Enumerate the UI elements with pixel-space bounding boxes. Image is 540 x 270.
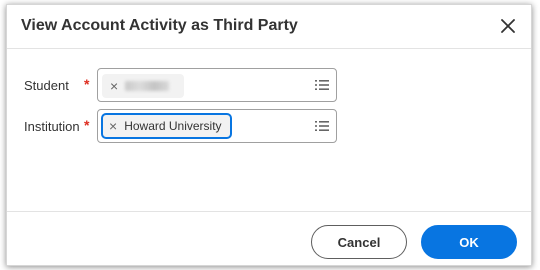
student-row: Student * × bbox=[7, 68, 531, 102]
ok-button[interactable]: OK bbox=[421, 225, 517, 259]
institution-label: Institution bbox=[24, 119, 80, 134]
student-redacted-value bbox=[125, 81, 170, 91]
institution-prompt-field[interactable]: × Howard University bbox=[97, 109, 337, 143]
institution-selected-pill[interactable]: × Howard University bbox=[101, 113, 232, 139]
student-label: Student bbox=[24, 78, 69, 93]
institution-row: Institution * × Howard University bbox=[7, 109, 531, 143]
list-icon[interactable] bbox=[314, 118, 330, 134]
student-required-marker: * bbox=[84, 76, 90, 92]
dialog-title: View Account Activity as Third Party bbox=[21, 17, 298, 34]
student-selected-pill: × bbox=[102, 74, 184, 98]
view-account-activity-dialog: View Account Activity as Third Party Stu… bbox=[6, 4, 532, 266]
cancel-button[interactable]: Cancel bbox=[311, 225, 407, 259]
remove-student-icon[interactable]: × bbox=[110, 79, 118, 93]
title-divider bbox=[7, 48, 531, 49]
remove-institution-icon[interactable]: × bbox=[109, 119, 117, 133]
institution-required-marker: * bbox=[84, 117, 90, 133]
close-icon[interactable] bbox=[497, 15, 519, 37]
list-icon[interactable] bbox=[314, 77, 330, 93]
institution-value: Howard University bbox=[124, 119, 222, 133]
student-prompt-field[interactable]: × bbox=[97, 68, 337, 102]
footer-divider bbox=[7, 211, 531, 212]
